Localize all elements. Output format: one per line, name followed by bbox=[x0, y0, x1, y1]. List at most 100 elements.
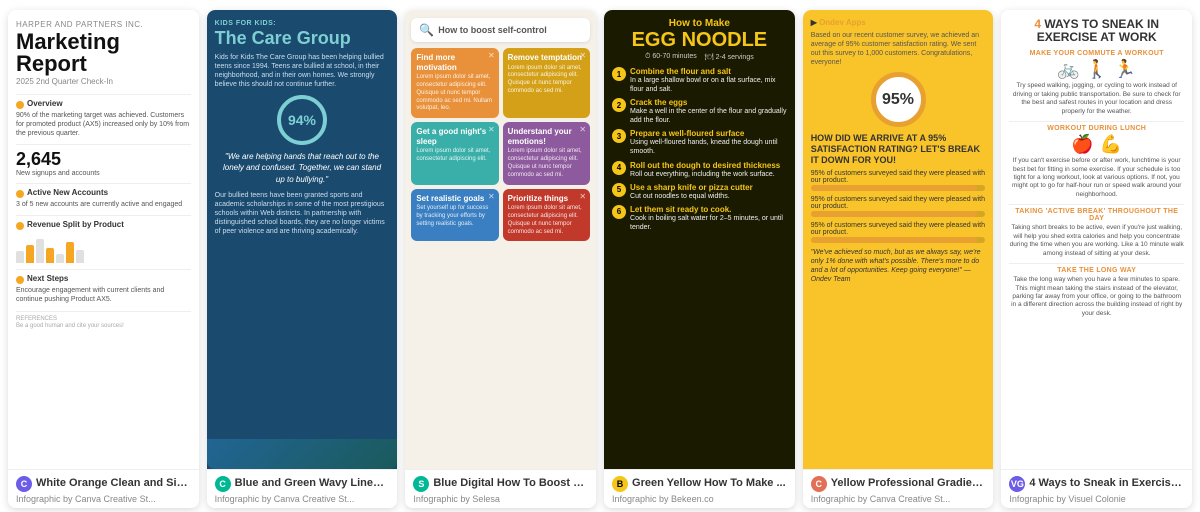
card1-title-label: White Orange Clean and Sim... bbox=[36, 477, 191, 490]
bike-icon: 🚲 bbox=[1057, 59, 1079, 80]
c4-step-6: 6 Let them sit ready to cook.Cook in boi… bbox=[612, 205, 787, 232]
close-icon[interactable]: ✕ bbox=[488, 51, 495, 60]
c4-time: ⏱ 60-70 minutes bbox=[645, 53, 697, 61]
c4-step-2: 2 Crack the eggsMake a well in the cente… bbox=[612, 98, 787, 125]
c1-title: Marketing Report bbox=[16, 31, 191, 75]
card3-subtitle-label: Infographic by Selesa bbox=[413, 494, 588, 504]
card1-footer: C White Orange Clean and Sim... Infograp… bbox=[8, 469, 199, 508]
c3-item-title-3: Understand your emotions! bbox=[508, 127, 585, 146]
card6-image: 4 WAYS TO SNEAK IN EXERCISE AT WORK MAKE… bbox=[1001, 10, 1192, 469]
c4-step-4: 4 Roll out the dough to desired thicknes… bbox=[612, 161, 787, 179]
close-icon-3[interactable]: ✕ bbox=[579, 125, 586, 134]
close-icon-4[interactable]: ✕ bbox=[488, 192, 495, 201]
c3-item-text-2: Lorem ipsum dolor sit amet, consectetur … bbox=[416, 148, 493, 164]
card-boost[interactable]: 🔍 How to boost self-control ✕ Find more … bbox=[405, 10, 596, 508]
c1-accounts-text: 3 of 5 new accounts are currently active… bbox=[16, 200, 191, 209]
c3-item-text-3: Lorem ipsum dolor sit amet, consectetur … bbox=[508, 148, 585, 179]
c4-steps: 1 Combine the flour and saltIn a large s… bbox=[612, 67, 787, 232]
card4-image: How to Make EGG NOODLE ⏱ 60-70 minutes 🍽… bbox=[604, 10, 795, 469]
c1-nextsteps-title: Next Steps bbox=[27, 274, 68, 283]
c2-quote: "We are helping hands that reach out to … bbox=[215, 151, 390, 185]
c3-search-bar[interactable]: 🔍 How to boost self-control bbox=[411, 18, 590, 42]
c1-overview-title: Overview bbox=[27, 99, 63, 108]
c6-lunch-icons: 🍎 💪 bbox=[1071, 134, 1122, 155]
card3-footer: S Blue Digital How To Boost S... Infogra… bbox=[405, 469, 596, 508]
card4-subtitle-label: Infographic by Bekeen.co bbox=[612, 494, 787, 504]
card2-image: Kids for Kids: The Care Group Kids for K… bbox=[207, 10, 398, 469]
c3-item-title-4: Set realistic goals bbox=[416, 194, 493, 204]
c3-item-goodsleep[interactable]: ✕ Get a good night's sleep Lorem ipsum d… bbox=[411, 122, 498, 184]
c5-quote: "We've achieved so much, but as we alway… bbox=[811, 248, 986, 284]
c2-tag: Kids for Kids: bbox=[215, 20, 390, 27]
c6-break-title: TAKING 'ACTIVE BREAK' THROUGHOUT THE DAY bbox=[1009, 208, 1184, 222]
c6-commute-text: Try speed walking, jogging, or cycling t… bbox=[1009, 82, 1184, 116]
card-kids[interactable]: Kids for Kids: The Care Group Kids for K… bbox=[207, 10, 398, 508]
c2-body1: Kids for Kids The Care Group has been he… bbox=[215, 53, 390, 89]
c6-title: 4 WAYS TO SNEAK IN EXERCISE AT WORK bbox=[1009, 18, 1184, 44]
c1-stat: 2,645 bbox=[16, 149, 191, 170]
c6-section-longway: TAKE THE LONG WAY Take the long way when… bbox=[1009, 267, 1184, 318]
card6-subtitle-label: Infographic by Visuel Colonie bbox=[1009, 494, 1184, 504]
c5-bar-2: 95% of customers surveyed said they were… bbox=[811, 196, 986, 217]
c5-logo: ▶ Ondev Apps bbox=[811, 18, 986, 27]
close-icon-1[interactable]: ✕ bbox=[579, 51, 586, 60]
c1-footer-note: REFERENCESBe a good human and cite your … bbox=[16, 316, 191, 332]
card-egg-noodle[interactable]: How to Make EGG NOODLE ⏱ 60-70 minutes 🍽… bbox=[604, 10, 795, 508]
c3-item-text-1: Lorem ipsum dolor sit amet, consectetur … bbox=[508, 65, 585, 96]
search-icon: 🔍 bbox=[419, 23, 434, 37]
card4-source-icon: B bbox=[612, 476, 628, 492]
card5-title-label: Yellow Professional Gradien... bbox=[831, 477, 986, 490]
c6-break-text: Taking short breaks to be active, even i… bbox=[1009, 224, 1184, 258]
c5-percentage: 95% bbox=[871, 72, 926, 127]
card-exercise[interactable]: 4 WAYS TO SNEAK IN EXERCISE AT WORK MAKE… bbox=[1001, 10, 1192, 508]
c1-subtitle: 2025 2nd Quarter Check-In bbox=[16, 77, 191, 86]
c1-stat-label: New signups and accounts bbox=[16, 170, 191, 177]
c3-item-title-0: Find more motivation bbox=[416, 53, 493, 72]
c4-step-1: 1 Combine the flour and saltIn a large s… bbox=[612, 67, 787, 94]
card5-image: ▶ Ondev Apps Based on our recent custome… bbox=[803, 10, 994, 469]
c4-how-to: How to Make bbox=[612, 18, 787, 29]
c3-item-title-5: Prioritize things bbox=[508, 194, 585, 204]
c1-company: HARPER AND PARTNERS INC. bbox=[16, 20, 191, 29]
c1-revenue-title: Revenue Split by Product bbox=[27, 220, 124, 229]
c3-item-prioritize[interactable]: ✕ Prioritize things Lorem ipsum dolor si… bbox=[503, 189, 590, 242]
card6-title-label: 4 Ways to Sneak in Exercise ... bbox=[1029, 477, 1184, 490]
card3-image: 🔍 How to boost self-control ✕ Find more … bbox=[405, 10, 596, 469]
c1-accounts-title: Active New Accounts bbox=[27, 188, 108, 197]
card-marketing-report[interactable]: HARPER AND PARTNERS INC. Marketing Repor… bbox=[8, 10, 199, 508]
card3-title-label: Blue Digital How To Boost S... bbox=[433, 477, 588, 490]
c1-bar-chart bbox=[16, 233, 191, 263]
c3-item-title-1: Remove temptation bbox=[508, 53, 585, 63]
c4-step-5: 5 Use a sharp knife or pizza cutterCut o… bbox=[612, 183, 787, 201]
c3-item-motivation[interactable]: ✕ Find more motivation Lorem ipsum dolor… bbox=[411, 48, 498, 118]
run-icon: 🏃 bbox=[1114, 59, 1136, 80]
c5-intro: Based on our recent customer survey, we … bbox=[811, 31, 986, 67]
card5-subtitle-label: Infographic by Canva Creative St... bbox=[811, 494, 986, 504]
gallery-container: HARPER AND PARTNERS INC. Marketing Repor… bbox=[0, 0, 1200, 512]
c4-step-3: 3 Prepare a well-floured surfaceUsing we… bbox=[612, 129, 787, 156]
c1-overview-text: 90% of the marketing target was achieved… bbox=[16, 111, 191, 138]
card3-source-icon: S bbox=[413, 476, 429, 492]
card2-title-label: Blue and Green Wavy Lines ... bbox=[235, 477, 390, 490]
c6-lunch-text: If you can't exercise before or after wo… bbox=[1009, 157, 1184, 199]
close-icon-2[interactable]: ✕ bbox=[488, 125, 495, 134]
c6-section-commute: MAKE YOUR COMMUTE A WORKOUT 🚲 🚶 🏃 Try sp… bbox=[1009, 50, 1184, 116]
c4-info-row: ⏱ 60-70 minutes 🍽 2-4 servings bbox=[612, 53, 787, 61]
c6-lunch-title: WORKOUT DURING LUNCH bbox=[1047, 125, 1146, 132]
card-professional[interactable]: ▶ Ondev Apps Based on our recent custome… bbox=[803, 10, 994, 508]
close-icon-5[interactable]: ✕ bbox=[579, 192, 586, 201]
card4-title-label: Green Yellow How To Make ... bbox=[632, 477, 786, 490]
c6-commute-icons: 🚲 🚶 🏃 bbox=[1057, 59, 1136, 80]
c3-item-goals[interactable]: ✕ Set realistic goals Set yourself up fo… bbox=[411, 189, 498, 242]
c3-item-emotions[interactable]: ✕ Understand your emotions! Lorem ipsum … bbox=[503, 122, 590, 184]
c2-wavy-decoration bbox=[207, 439, 398, 469]
c4-main-title: EGG NOODLE bbox=[612, 30, 787, 50]
c3-item-text-0: Lorem ipsum dolor sit amet, consectetur … bbox=[416, 74, 493, 113]
card2-subtitle-label: Infographic by Canva Creative St... bbox=[215, 494, 390, 504]
card5-source-icon: C bbox=[811, 476, 827, 492]
c3-search-text: How to boost self-control bbox=[438, 25, 547, 35]
c3-item-sleep[interactable]: ✕ Remove temptation Lorem ipsum dolor si… bbox=[503, 48, 590, 118]
c5-bar-1: 95% of customers surveyed said they were… bbox=[811, 170, 986, 191]
card6-source-icon: VG bbox=[1009, 476, 1025, 492]
card1-source-icon: C bbox=[16, 476, 32, 492]
